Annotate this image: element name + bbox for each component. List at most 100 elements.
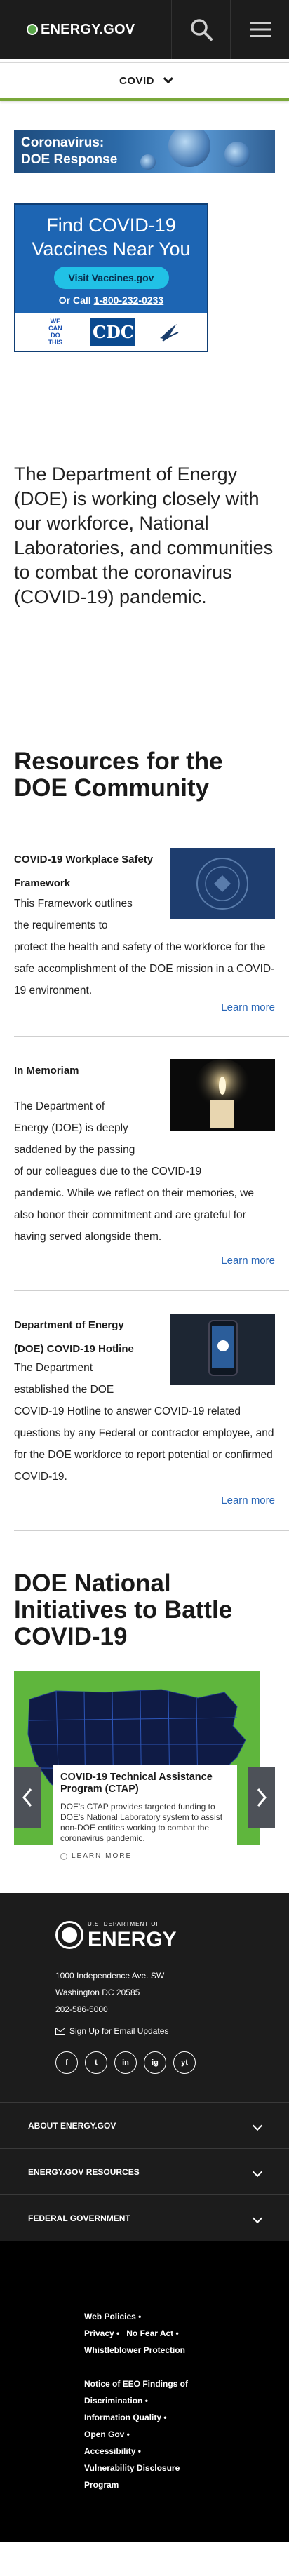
chevron-down-icon	[163, 74, 173, 84]
initiatives-heading: DOE National Initiatives to Battle COVID…	[14, 1570, 233, 1650]
footer-logo-text: U.S. DEPARTMENT OF ENERGY	[88, 1920, 177, 1950]
resource-body-line: saddened by the passing	[14, 1144, 135, 1156]
phone-graphic	[208, 1320, 238, 1376]
intro-paragraph: The Department of Energy (DOE) is workin…	[14, 464, 274, 607]
email-signup-label: Sign Up for Email Updates	[69, 2026, 169, 2036]
hhs-eagle-icon	[160, 324, 179, 342]
menu-button[interactable]	[230, 0, 289, 59]
hhs-logo	[155, 318, 183, 346]
accordion-label: FEDERAL GOVERNMENT	[28, 2213, 130, 2223]
banner-title: Coronavirus: DOE Response	[14, 130, 275, 173]
circle-icon	[60, 1852, 67, 1860]
footer-link[interactable]: Vulnerability Disclosure	[84, 2460, 289, 2476]
visit-vaccines-button[interactable]: Visit Vaccines.gov	[53, 267, 169, 289]
footer-link[interactable]: Whistleblower Protection	[84, 2342, 289, 2359]
learn-more-link[interactable]: Learn more	[14, 1255, 275, 1267]
section-divider	[14, 1530, 289, 1531]
doe-seal-icon	[55, 1921, 83, 1949]
search-button[interactable]	[171, 0, 230, 59]
site-header: ENERGY.GOV	[0, 0, 289, 59]
cdc-logo: CDC	[90, 318, 136, 346]
youtube-icon[interactable]: yt	[173, 2051, 196, 2074]
footer-address: 1000 Independence Ave. SW Washington DC …	[55, 1967, 289, 2018]
footer-link-gap	[84, 2359, 289, 2375]
candle-image	[170, 1059, 275, 1131]
search-icon	[190, 19, 213, 41]
address-line1: 1000 Independence Ave. SW	[55, 1971, 165, 1981]
wecan-line2: CAN	[48, 325, 62, 332]
footer-phone[interactable]: 202-586-5000	[55, 2001, 289, 2018]
vaccine-title-line1: Find COVID-19	[46, 215, 176, 236]
vaccine-promo-title: Find COVID-19 Vaccines Near You	[15, 213, 207, 261]
banner-title-line1: Coronavirus:	[21, 135, 105, 150]
carousel-card-body: DOE's CTAP provides targeted funding to …	[60, 1802, 223, 1843]
initiatives-carousel: COVID-19 Technical Assistance Program (C…	[14, 1671, 275, 1860]
accordion-about[interactable]: ABOUT ENERGY.GOV	[0, 2102, 289, 2148]
linkedin-icon[interactable]: in	[114, 2051, 137, 2074]
chevron-down-icon	[252, 2166, 263, 2177]
menu-icon	[249, 22, 271, 37]
covid-dropdown-label: COVID	[119, 74, 154, 87]
site-footer: U.S. DEPARTMENT OF ENERGY 1000 Independe…	[0, 1893, 289, 2542]
chevron-down-icon	[252, 2120, 263, 2131]
carousel-prev-button[interactable]	[14, 1767, 41, 1828]
chevron-left-icon	[22, 1788, 32, 1807]
banner-title-line2: DOE Response	[21, 152, 118, 167]
footer-accordion: ABOUT ENERGY.GOV ENERGY.GOV RESOURCES FE…	[0, 2102, 289, 2241]
learn-more-link[interactable]: Learn more	[14, 1495, 275, 1506]
vaccine-call-text: Or Call 1-800-232-0233	[15, 295, 207, 306]
carousel-card: COVID-19 Technical Assistance Program (C…	[53, 1765, 237, 1860]
resource-body-line: of our colleagues due to the COVID-19	[14, 1166, 202, 1178]
carousel-learn-more-link[interactable]: LEARN MORE	[60, 1852, 233, 1860]
footer-link[interactable]: Program	[84, 2476, 289, 2493]
vaccine-phone-link[interactable]: 1-800-232-0233	[94, 295, 164, 306]
accordion-federal-government[interactable]: FEDERAL GOVERNMENT	[0, 2194, 289, 2241]
address-line2: Washington DC 20585	[55, 1988, 140, 1997]
learn-more-link[interactable]: Learn more	[14, 1002, 275, 1013]
accordion-label: ABOUT ENERGY.GOV	[28, 2120, 116, 2131]
vaccine-title-line2: Vaccines Near You	[32, 238, 191, 259]
accordion-resources[interactable]: ENERGY.GOV RESOURCES	[0, 2148, 289, 2194]
footer-link[interactable]: Discrimination	[84, 2392, 289, 2409]
footer-logo-big: ENERGY	[88, 1928, 177, 1951]
wecan-line4: THIS	[48, 339, 63, 346]
covid-section-dropdown[interactable]: COVID	[0, 62, 289, 101]
carousel-next-button[interactable]	[248, 1767, 275, 1828]
logo-text: ENERGY.GOV	[41, 21, 135, 37]
vaccine-promo: Find COVID-19 Vaccines Near You Visit Va…	[14, 203, 208, 352]
resource-item: In Memoriam The Department of Energy (DO…	[14, 1059, 275, 1267]
wecan-line1: WE	[50, 318, 61, 325]
wecan-line3: DO	[51, 332, 60, 339]
footer-link[interactable]: Information Quality	[84, 2409, 289, 2426]
doe-seal-graphic	[196, 858, 248, 910]
footer-link[interactable]: Open Gov	[84, 2426, 289, 2443]
email-signup-link[interactable]: Sign Up for Email Updates	[55, 2026, 289, 2036]
we-can-do-this-logo: WE CAN DO THIS	[39, 316, 72, 348]
coronavirus-doe-response-banner[interactable]: Coronavirus: DOE Response	[14, 130, 275, 173]
resources-heading: Resources for the DOE Community	[14, 748, 223, 802]
candle-graphic	[194, 1059, 250, 1128]
resource-body-rest: COVID-19 Hotline to answer COVID-19 rela…	[14, 1405, 274, 1483]
carousel-learn-more-label: LEARN MORE	[72, 1852, 133, 1860]
footer-link[interactable]: Privacy	[84, 2328, 119, 2338]
section-divider	[14, 1036, 289, 1037]
footer-link[interactable]: Web Policies	[84, 2308, 289, 2325]
envelope-icon	[55, 2028, 65, 2035]
hotline-phone-image	[170, 1314, 275, 1385]
twitter-icon[interactable]: t	[85, 2051, 107, 2074]
instagram-icon[interactable]: ig	[144, 2051, 166, 2074]
resource-body-rest: pandemic. While we reflect on their memo…	[14, 1187, 254, 1243]
partner-logos: WE CAN DO THIS CDC	[15, 313, 207, 351]
footer-link[interactable]: Notice of EEO Findings of	[84, 2375, 289, 2392]
call-prefix: Or Call	[58, 295, 94, 306]
doe-seal-image	[170, 848, 275, 919]
footer-logo[interactable]: U.S. DEPARTMENT OF ENERGY	[55, 1920, 289, 1950]
carousel-card-title[interactable]: COVID-19 Technical Assistance Program (C…	[60, 1772, 233, 1795]
doe-seal-icon	[27, 24, 38, 35]
resource-body-rest: protect the health and safety of the wor…	[14, 941, 275, 997]
footer-link[interactable]: Accessibility	[84, 2443, 289, 2460]
facebook-icon[interactable]: f	[55, 2051, 78, 2074]
footer-legal-links: Web Policies Privacy No Fear Act Whistle…	[0, 2241, 289, 2542]
site-logo[interactable]: ENERGY.GOV	[27, 22, 135, 38]
footer-link[interactable]: No Fear Act	[126, 2328, 178, 2338]
